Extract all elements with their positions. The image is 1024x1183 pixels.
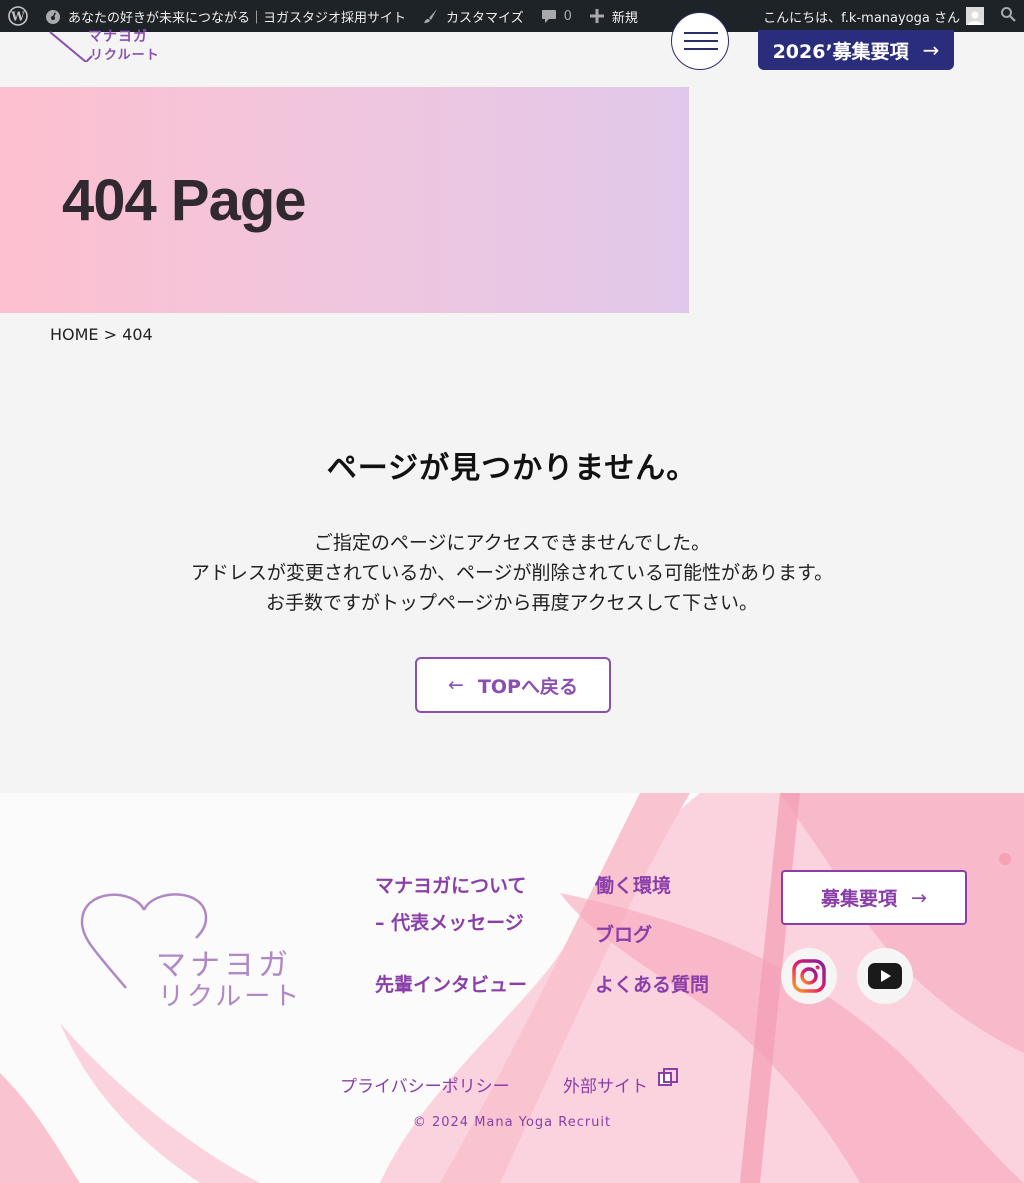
external-site-link[interactable]: 外部サイト xyxy=(563,1068,678,1097)
admin-greeting: こんにちは、f.k-manayoga さん xyxy=(763,10,960,26)
site-logo[interactable]: マナヨガ リクルート xyxy=(46,22,166,82)
wordpress-icon[interactable]: W xyxy=(0,0,36,32)
youtube-button[interactable] xyxy=(857,948,913,1004)
recruit-2026-label: 2026’募集要項 xyxy=(772,40,909,63)
hamburger-line-icon xyxy=(684,48,718,50)
admin-search[interactable] xyxy=(992,0,1024,32)
message-line: ご指定のページにアクセスできませんでした。 xyxy=(313,532,711,554)
back-to-top-button[interactable]: ← TOPへ戻る xyxy=(415,657,611,713)
site-footer: マナヨガ リクルート マナヨガについて – 代表メッセージ 働く環境 ブログ 先… xyxy=(0,793,1024,1183)
page-title: 404 Page xyxy=(62,168,307,233)
brush-icon xyxy=(422,7,440,25)
site-header: マナヨガ リクルート 2026’募集要項 → xyxy=(0,12,1024,87)
message-line: お手数ですがトップページから再度アクセスして下さい。 xyxy=(265,592,759,614)
logo-line1: マナヨガ xyxy=(88,29,148,45)
breadcrumb: HOME > 404 xyxy=(50,325,153,344)
breadcrumb-separator: > xyxy=(103,325,118,344)
not-found-heading: ページが見つかりません。 xyxy=(326,451,698,486)
footer-link-about[interactable]: マナヨガについて xyxy=(375,871,526,898)
footer-link-work[interactable]: 働く環境 xyxy=(595,871,671,898)
footer-link-faq[interactable]: よくある質問 xyxy=(595,970,709,997)
admin-customize-label: カスタマイズ xyxy=(446,10,524,26)
instagram-icon xyxy=(792,959,826,993)
admin-new-label: 新規 xyxy=(611,10,638,26)
arrow-right-icon: → xyxy=(922,38,940,62)
search-icon xyxy=(1000,6,1016,26)
instagram-button[interactable] xyxy=(781,948,837,1004)
admin-new[interactable]: 新規 xyxy=(580,0,646,32)
footer-logo-line2: リクルート xyxy=(158,982,303,1012)
message-line: アドレスが変更されているか、ページが削除されている可能性があります。 xyxy=(190,562,834,584)
arrow-right-icon: → xyxy=(911,886,927,909)
svg-text:W: W xyxy=(10,10,25,24)
footer-link-message[interactable]: – 代表メッセージ xyxy=(375,908,524,935)
recruit-2026-button[interactable]: 2026’募集要項 → xyxy=(758,30,954,70)
comment-icon xyxy=(540,7,558,25)
logo-line2: リクルート xyxy=(90,48,160,63)
privacy-policy-link[interactable]: プライバシーポリシー xyxy=(340,1072,510,1097)
hero-banner: 404 Page xyxy=(0,87,689,313)
footer-recruit-label: 募集要項 xyxy=(821,888,898,910)
external-site-label: 外部サイト xyxy=(563,1077,648,1097)
hamburger-line-icon xyxy=(684,40,718,42)
avatar xyxy=(966,7,984,25)
admin-account[interactable]: こんにちは、f.k-manayoga さん xyxy=(755,0,992,32)
plus-icon xyxy=(588,7,606,25)
footer-recruit-button[interactable]: 募集要項 → xyxy=(781,870,967,925)
arrow-left-icon: ← xyxy=(448,674,464,696)
breadcrumb-current: 404 xyxy=(122,325,153,344)
footer-logo[interactable]: マナヨガ リクルート xyxy=(80,888,310,1018)
admin-customize[interactable]: カスタマイズ xyxy=(414,0,532,32)
footer-link-interview[interactable]: 先輩インタビュー xyxy=(375,970,527,997)
footer-link-blog[interactable]: ブログ xyxy=(595,920,652,947)
breadcrumb-home[interactable]: HOME xyxy=(50,325,99,344)
menu-button[interactable] xyxy=(671,12,729,70)
comments-count: 0 xyxy=(563,8,572,24)
back-to-top-label: TOPへ戻る xyxy=(477,675,578,698)
copyright: © 2024 Mana Yoga Recruit xyxy=(412,1115,612,1130)
admin-comments[interactable]: 0 xyxy=(532,0,580,32)
hamburger-line-icon xyxy=(684,32,718,34)
external-link-icon xyxy=(658,1068,678,1086)
not-found-message: ご指定のページにアクセスできませんでした。 アドレスが変更されているか、ページが… xyxy=(0,528,1024,618)
youtube-icon xyxy=(868,963,902,989)
